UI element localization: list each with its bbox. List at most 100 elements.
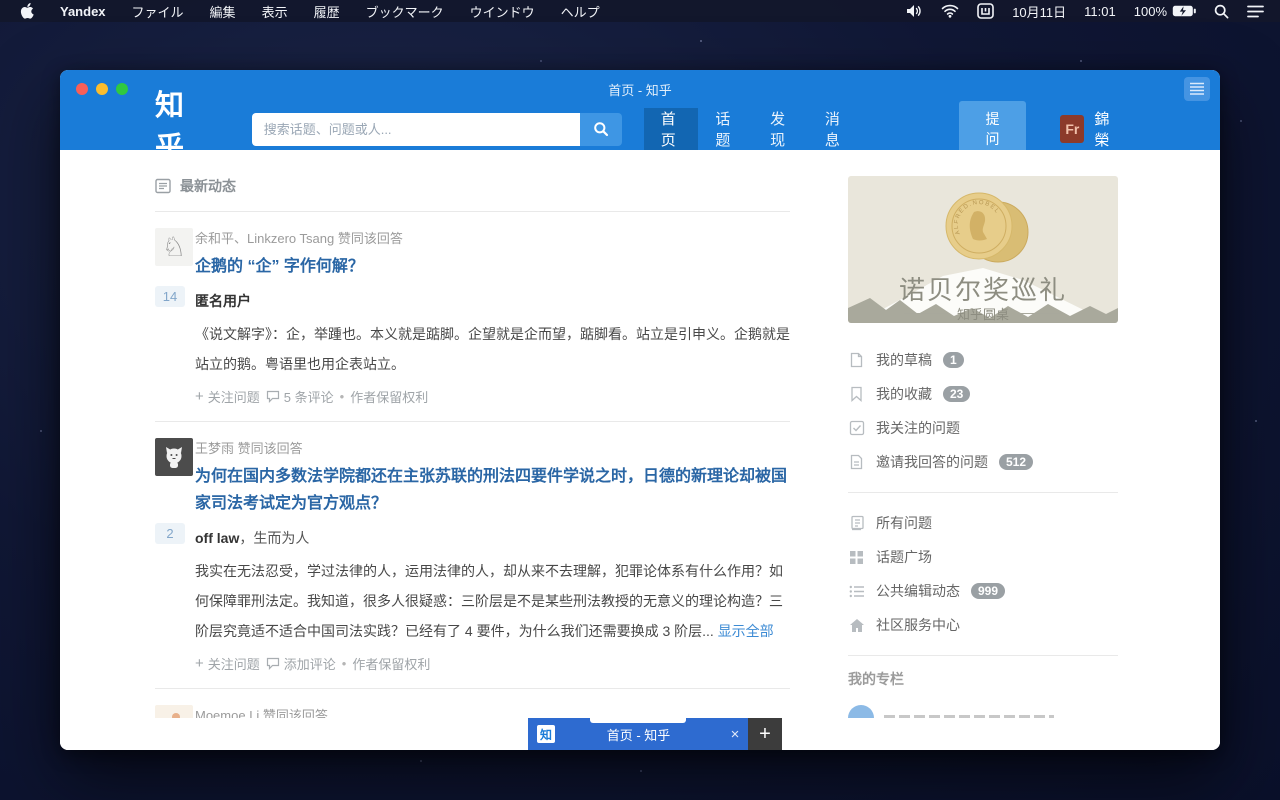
- menubar-menu-window[interactable]: ウインドウ: [470, 2, 535, 21]
- nav-tab-messages[interactable]: 消息: [808, 108, 863, 150]
- battery-status[interactable]: 100%: [1134, 4, 1196, 19]
- rights-label[interactable]: 作者保留权利: [350, 387, 428, 406]
- vote-count-badge[interactable]: 14: [155, 286, 185, 307]
- nav-tab-discover[interactable]: 发现: [753, 108, 808, 150]
- menubar-menu-bookmarks[interactable]: ブックマーク: [366, 2, 444, 21]
- tab-close-icon[interactable]: ×: [722, 726, 748, 743]
- show-all-link[interactable]: 显示全部: [718, 623, 774, 639]
- menubar-menu-history[interactable]: 履歴: [314, 2, 340, 21]
- sidebar-item-community-service[interactable]: 社区服务中心: [848, 608, 1118, 642]
- sidebar-item-all-questions[interactable]: 所有问题: [848, 506, 1118, 540]
- edits-count-badge: 999: [971, 583, 1005, 599]
- my-columns-header: 我的专栏: [848, 669, 1118, 689]
- column-item-clipped[interactable]: [848, 705, 1118, 718]
- feed-header-label: 最新动态: [180, 176, 236, 196]
- battery-percent: 100%: [1134, 4, 1167, 19]
- sidebar-item-followed-questions[interactable]: 我关注的问题: [848, 411, 1118, 445]
- search-input[interactable]: [252, 113, 580, 146]
- menubar-menu-edit[interactable]: 編集: [210, 2, 236, 21]
- feed-item-meta[interactable]: 余和平、Linkzero Tsang 赞同该回答: [195, 228, 790, 250]
- search-button[interactable]: [580, 113, 622, 146]
- dot-separator: •: [342, 656, 347, 671]
- answerer-avatar-cat[interactable]: [155, 438, 193, 476]
- volume-icon[interactable]: [906, 4, 923, 18]
- plus-icon: +: [195, 655, 204, 672]
- browser-tabstrip: 知 首页 - 知乎 × +: [528, 718, 782, 750]
- username[interactable]: 錦榮: [1094, 108, 1120, 150]
- rights-label[interactable]: 作者保留权利: [352, 654, 430, 673]
- user-avatar[interactable]: Fr: [1060, 115, 1084, 143]
- notification-center-icon[interactable]: [1247, 5, 1264, 18]
- home-icon: [848, 618, 865, 633]
- answerer-avatar-sketch[interactable]: [155, 705, 193, 718]
- wifi-icon[interactable]: [941, 4, 959, 18]
- answer-author-line[interactable]: off law，生而为人: [195, 528, 790, 549]
- draft-icon: [848, 352, 865, 368]
- feed-item: Moemoe Li 赞同该回答 除性别平等外，还有哪些我们习以为常的共识，是工业…: [155, 689, 790, 718]
- divider: [848, 492, 1118, 493]
- feed-item-meta[interactable]: Moemoe Li 赞同该回答: [195, 705, 790, 718]
- sidebar-item-public-edits[interactable]: 公共编辑动态 999: [848, 574, 1118, 608]
- sidebar-item-collections[interactable]: 我的收藏 23: [848, 377, 1118, 411]
- answer-author[interactable]: 匿名用户: [195, 293, 251, 309]
- comment-icon: [266, 657, 280, 670]
- browser-menu-button[interactable]: [1184, 77, 1210, 101]
- apple-logo-icon[interactable]: [20, 3, 34, 19]
- answer-author-bio: ，生而为人: [239, 530, 309, 546]
- feed-column: 最新动态 ♘ 余和平、Linkzero Tsang 赞同该回答 企鹅的 “企” …: [155, 150, 790, 718]
- sidebar-item-invited-answers[interactable]: 邀请我回答的问题 512: [848, 445, 1118, 479]
- answer-author-line[interactable]: 匿名用户: [195, 291, 790, 312]
- sidebar-item-topic-square[interactable]: 话题广场: [848, 540, 1118, 574]
- feed-item: ♘ 余和平、Linkzero Tsang 赞同该回答 企鹅的 “企” 字作何解？…: [155, 212, 790, 406]
- battery-charging-icon: [1172, 5, 1196, 17]
- input-method-icon[interactable]: [977, 3, 994, 19]
- answer-author[interactable]: off law: [195, 530, 239, 546]
- follow-question-action[interactable]: +关注问题: [195, 654, 260, 673]
- browser-window: 首页 - 知乎 知乎 首页 话题 发现 消息 提问 Fr 錦榮: [60, 70, 1220, 750]
- window-title: 首页 - 知乎: [60, 70, 1220, 108]
- menubar-date[interactable]: 10月11日: [1012, 2, 1066, 21]
- zhihu-header: 知乎 首页 话题 发现 消息 提问 Fr 錦榮: [60, 108, 1220, 150]
- nav-tab-home[interactable]: 首页: [644, 108, 699, 150]
- new-tab-button[interactable]: +: [748, 718, 782, 750]
- dot-separator: •: [340, 389, 345, 404]
- follow-question-action[interactable]: +关注问题: [195, 387, 260, 406]
- question-title-link[interactable]: 企鹅的 “企” 字作何解？: [195, 253, 790, 280]
- feed-item: 王梦雨 赞同该回答 为何在国内多数法学院都还在主张苏联的刑法四要件学说之时，日德…: [155, 422, 790, 673]
- banner-title: 诺贝尔奖巡礼: [848, 270, 1118, 307]
- collections-count-badge: 23: [943, 386, 970, 402]
- comments-action[interactable]: 5 条评论: [266, 387, 334, 406]
- answer-actions: +关注问题 5 条评论 • 作者保留权利: [195, 387, 790, 406]
- feed-item-meta[interactable]: 王梦雨 赞同该回答: [195, 438, 790, 460]
- add-comment-action[interactable]: 添加评论: [266, 654, 336, 673]
- column-item-text-clipped: [884, 715, 1054, 719]
- edits-list-icon: [848, 585, 865, 598]
- question-title-link[interactable]: 为何在国内多数法学院都还在主张苏联的刑法四要件学说之时，日德的新理论却被国家司法…: [195, 463, 790, 517]
- tab-active-indicator: [590, 718, 686, 723]
- sidebar-item-drafts[interactable]: 我的草稿 1: [848, 343, 1118, 377]
- sidebar: ALFRED.NOBEL 诺贝尔奖巡礼 知乎圆桌 我的草稿 1: [848, 150, 1118, 718]
- menubar-time[interactable]: 11:01: [1084, 4, 1116, 19]
- nav-tab-topics[interactable]: 话题: [698, 108, 753, 150]
- menubar-menu-view[interactable]: 表示: [262, 2, 288, 21]
- menubar-menu-file[interactable]: ファイル: [132, 2, 184, 21]
- banner-subtitle: 知乎圆桌: [848, 304, 1118, 323]
- answer-excerpt: 我实在无法忍受，学过法律的人，运用法律的人，却从来不去理解，犯罪论体系有什么作用…: [195, 556, 790, 646]
- column-avatar: [848, 705, 874, 718]
- plus-icon: +: [195, 388, 204, 405]
- answerer-avatar-horse[interactable]: ♘: [155, 228, 193, 266]
- window-titlebar[interactable]: 首页 - 知乎: [60, 70, 1220, 108]
- answer-excerpt: 《说文解字》：企，举踵也。本义就是踮脚。企望就是企而望，踮脚看。站立是引申义。企…: [195, 319, 790, 379]
- topics-grid-icon: [848, 550, 865, 565]
- drafts-count-badge: 1: [943, 352, 964, 368]
- all-questions-icon: [848, 515, 865, 531]
- vote-count-badge[interactable]: 2: [155, 523, 185, 544]
- ask-question-button[interactable]: 提问: [959, 101, 1027, 157]
- page-content: 最新动态 ♘ 余和平、Linkzero Tsang 赞同该回答 企鹅的 “企” …: [60, 150, 1220, 750]
- spotlight-search-icon[interactable]: [1214, 4, 1229, 19]
- menubar-menu-help[interactable]: ヘルプ: [561, 2, 600, 21]
- invites-count-badge: 512: [999, 454, 1033, 470]
- menubar-app-name[interactable]: Yandex: [60, 4, 106, 19]
- browser-tab-zhihu[interactable]: 知 首页 - 知乎 ×: [528, 718, 748, 750]
- nobel-banner[interactable]: ALFRED.NOBEL 诺贝尔奖巡礼 知乎圆桌: [848, 176, 1118, 323]
